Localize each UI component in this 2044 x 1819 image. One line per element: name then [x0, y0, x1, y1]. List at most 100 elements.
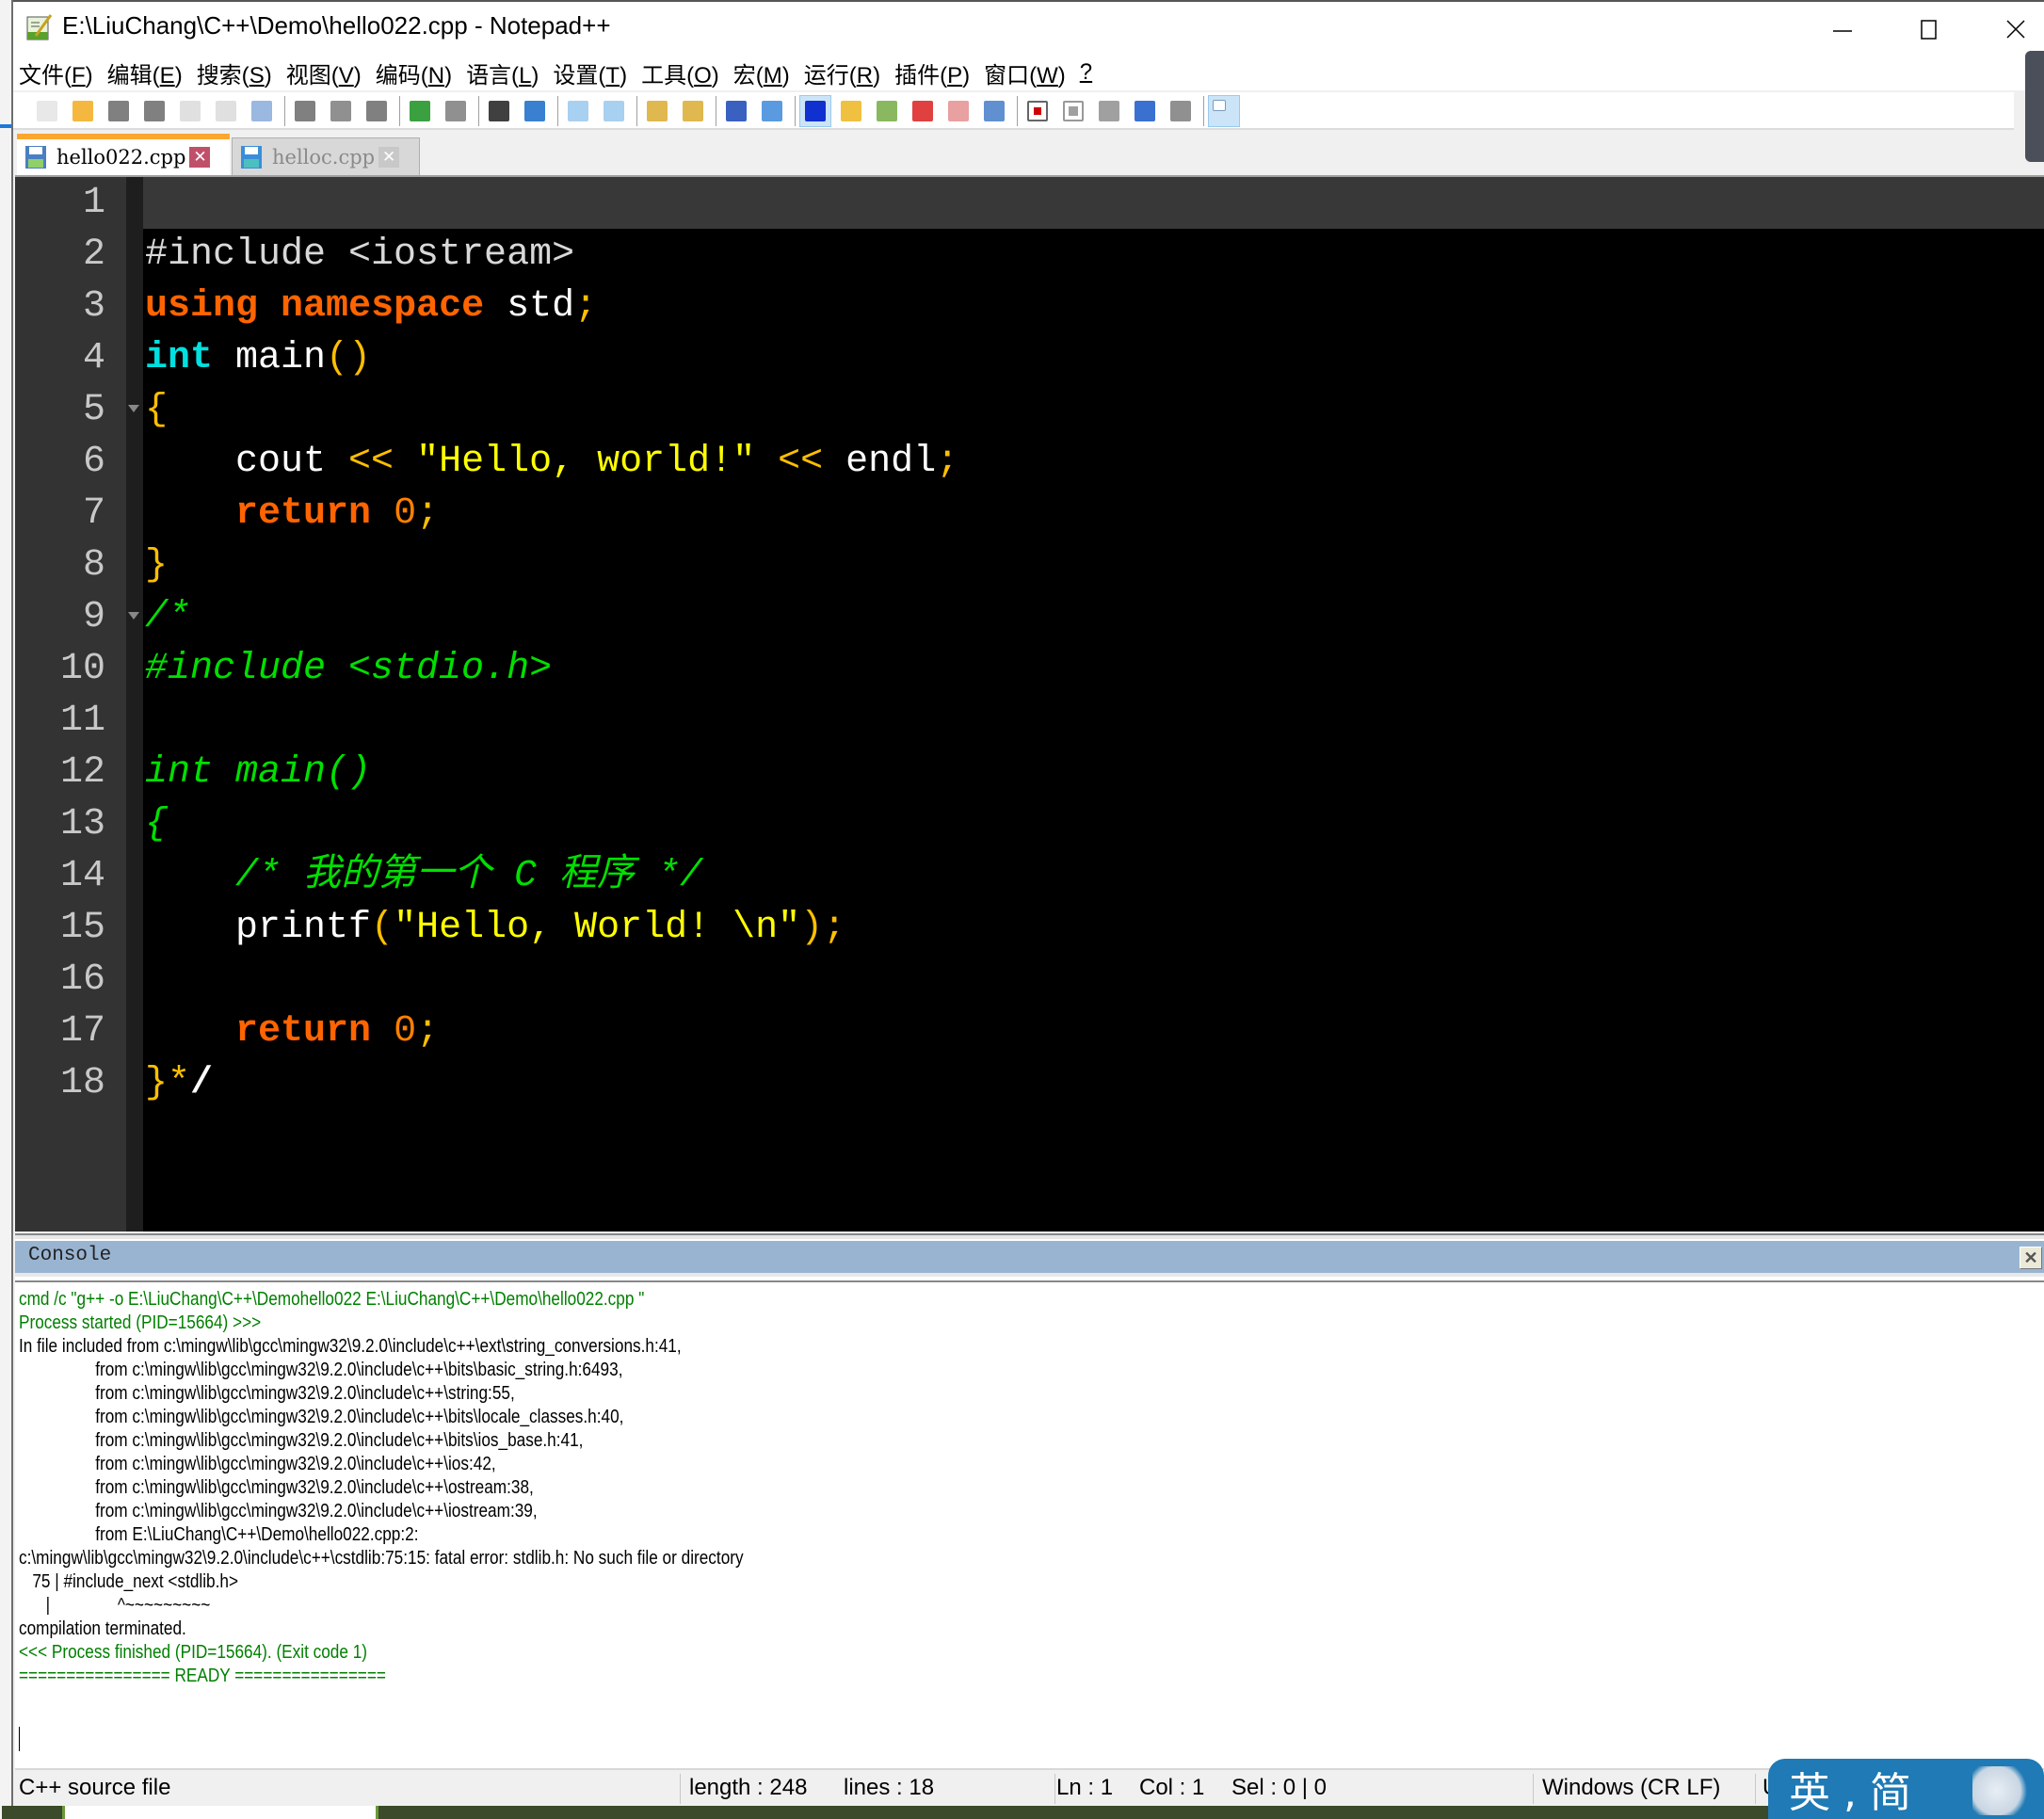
menu-item-w[interactable]: 窗口(W) — [984, 56, 1066, 89]
menu-accelerator: W — [1037, 62, 1058, 89]
menu-item-s[interactable]: 搜索(S) — [197, 56, 272, 89]
fold-toggle-icon[interactable] — [128, 405, 139, 412]
play-macro-button[interactable] — [1094, 96, 1124, 126]
menu-item-n[interactable]: 编码(N) — [376, 56, 452, 89]
sync-vertical-button[interactable] — [642, 96, 672, 126]
close-tab-icon[interactable]: ✕ — [378, 146, 400, 168]
sync-horizontal-button[interactable] — [678, 96, 708, 126]
code-line[interactable]: 4 int main() — [15, 332, 2044, 384]
tab-hello022-cpp[interactable]: hello022.cpp ✕ — [17, 134, 230, 175]
code-line[interactable]: 14 /* 我的第一个 C 程序 */ — [15, 850, 2044, 902]
undo-button[interactable] — [405, 96, 435, 126]
code-line[interactable]: 17 return 0; — [15, 1006, 2044, 1057]
new-file-button[interactable] — [32, 96, 62, 126]
cut-button[interactable] — [290, 96, 320, 126]
menu-item-o[interactable]: 工具(O) — [641, 56, 719, 89]
code-line[interactable]: 10 #include <stdio.h> — [15, 643, 2044, 695]
save-macro-button[interactable] — [1166, 96, 1196, 126]
tab-helloc-cpp[interactable]: helloc.cpp ✕ — [232, 137, 420, 175]
code-token: ; — [936, 441, 959, 483]
word-wrap-button[interactable] — [721, 96, 751, 126]
function-list-button[interactable] — [908, 96, 938, 126]
console-output[interactable]: cmd /c "g++ -o E:\LiuChang\C++\Demohello… — [15, 1280, 2044, 1770]
close-tab-icon[interactable]: ✕ — [189, 147, 211, 168]
show-all-chars-icon — [762, 101, 782, 121]
menu-item-l[interactable]: 语言(L) — [466, 56, 539, 89]
run-macro-multiple-button[interactable] — [1130, 96, 1160, 126]
code-line[interactable]: 7 return 0; — [15, 488, 2044, 539]
code-token: 0 — [394, 1010, 417, 1053]
code-line[interactable]: 3 using namespace std; — [15, 281, 2044, 332]
code-line[interactable]: 16 — [15, 954, 2044, 1006]
document-map-button[interactable] — [872, 96, 902, 126]
stop-macro-button[interactable] — [1058, 96, 1088, 126]
code-line[interactable]: 5{ — [15, 384, 2044, 436]
code-line[interactable]: 15 printf("Hello, World! \n"); — [15, 902, 2044, 954]
toolbar-separator — [557, 96, 558, 126]
console-line: Process started (PID=15664) >>> — [19, 1312, 262, 1333]
menu-item-f[interactable]: 文件(F) — [19, 56, 93, 89]
stop-macro-icon — [1063, 101, 1084, 121]
zoom-in-button[interactable] — [563, 96, 593, 126]
ime-indicator[interactable]: 英 , 简 — [1768, 1759, 2044, 1819]
menu-item-t[interactable]: 设置(T) — [553, 56, 627, 89]
code-line[interactable]: 6 cout << "Hello, world!" << endl; — [15, 436, 2044, 488]
close-button[interactable] — [175, 96, 205, 126]
user-language-icon — [841, 101, 861, 121]
ime-skin-icon — [1972, 1766, 2033, 1815]
panel-splitter[interactable] — [15, 1233, 2044, 1239]
menu-item-m[interactable]: 宏(M) — [733, 56, 790, 89]
indent-guide-button[interactable] — [799, 95, 831, 127]
user-language-button[interactable] — [836, 96, 866, 126]
menu-item-p[interactable]: 插件(P) — [894, 56, 970, 89]
code-text: int main() — [145, 332, 371, 384]
close-window-button[interactable] — [1973, 6, 2044, 53]
paste-button[interactable] — [362, 96, 392, 126]
menu-item-help[interactable]: ? — [1080, 59, 1092, 86]
line-number: 17 — [59, 1010, 105, 1053]
save-all-button[interactable] — [139, 96, 169, 126]
minimize-button[interactable] — [1800, 6, 1885, 53]
replace-button[interactable] — [520, 96, 550, 126]
menu-item-v[interactable]: 视图(V) — [286, 56, 362, 89]
code-token: using — [145, 285, 259, 328]
save-button[interactable] — [104, 96, 134, 126]
maximize-button[interactable] — [1887, 6, 1972, 53]
record-macro-button[interactable] — [1022, 96, 1053, 126]
code-line[interactable]: 13 { — [15, 798, 2044, 850]
code-line[interactable]: 9 /* — [15, 591, 2044, 643]
find-button[interactable] — [484, 96, 514, 126]
menu-accelerator: V — [338, 62, 354, 89]
open-file-button[interactable] — [68, 96, 98, 126]
code-editor[interactable]: 1 2 #include <iostream> 3 using namespace st… — [15, 175, 2044, 1231]
menu-item-e[interactable]: 编辑(E) — [107, 56, 183, 89]
status-eol-format[interactable]: Windows (CR LF) — [1542, 1770, 1720, 1806]
print-button[interactable] — [247, 96, 277, 126]
monitoring-button[interactable] — [979, 96, 1009, 126]
close-all-button[interactable] — [211, 96, 241, 126]
code-line[interactable]: 8} — [15, 539, 2044, 591]
menu-item-r[interactable]: 运行(R) — [804, 56, 880, 89]
copy-button[interactable] — [326, 96, 356, 126]
code-line[interactable]: 2 #include <iostream> — [15, 229, 2044, 281]
code-line[interactable]: 11 — [15, 695, 2044, 747]
tab-label: hello022.cpp — [56, 146, 186, 169]
fold-toggle-icon[interactable] — [128, 612, 139, 620]
code-line[interactable]: 18}*/ — [15, 1057, 2044, 1109]
console-line: cmd /c "g++ -o E:\LiuChang\C++\Demohello… — [19, 1289, 645, 1310]
redo-button[interactable] — [441, 96, 471, 126]
minimize-icon — [1833, 30, 1852, 32]
zoom-out-button[interactable] — [599, 96, 629, 126]
side-meter-widget[interactable] — [2025, 51, 2044, 162]
code-text: { — [145, 798, 168, 850]
code-line[interactable]: 1 — [15, 177, 2044, 229]
close-console-button[interactable]: ✕ — [2020, 1247, 2042, 1269]
code-text: cout << "Hello, world!" << endl; — [145, 436, 958, 488]
folder-workspace-button[interactable] — [943, 96, 974, 126]
show-all-chars-button[interactable] — [757, 96, 787, 126]
code-line[interactable]: 12 int main() — [15, 747, 2044, 798]
line-number: 13 — [59, 803, 105, 845]
menu-accelerator: E — [159, 62, 175, 89]
console-button[interactable] — [1208, 95, 1240, 127]
